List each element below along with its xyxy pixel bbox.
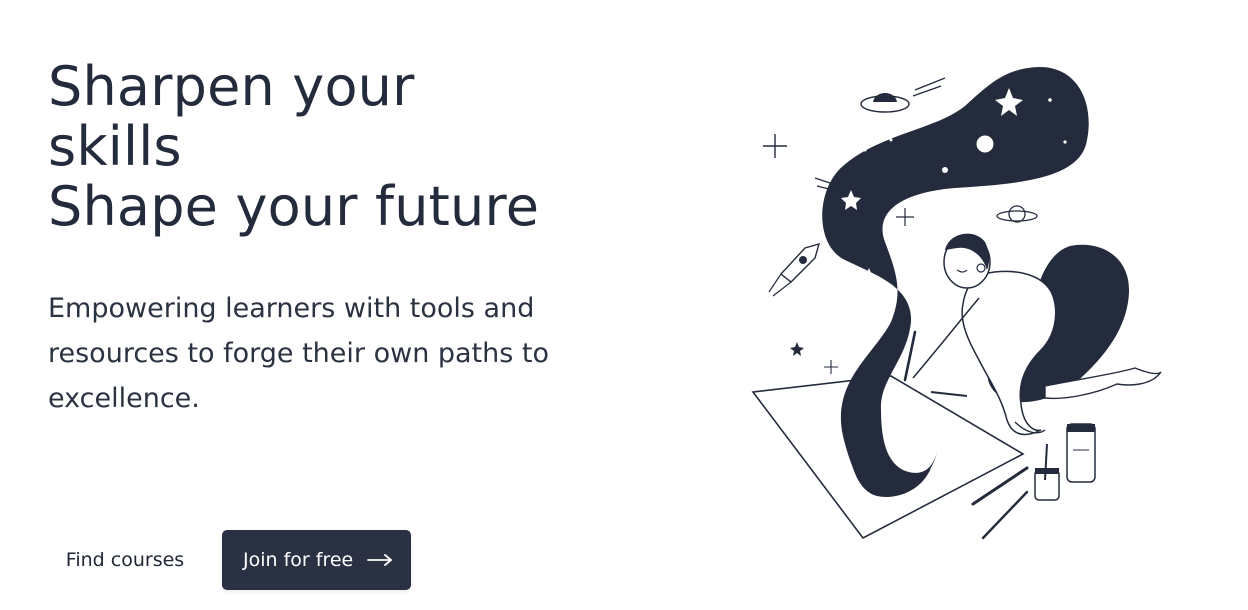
hero-subtitle-line: Empowering learners with tools and: [48, 293, 535, 324]
hero-subtitle-line: resources to forge their own paths to: [48, 338, 550, 369]
saturn: [1008, 205, 1026, 223]
join-label: Join for free: [243, 549, 354, 571]
arrow-right-icon: [367, 553, 393, 567]
find-courses-label: Find courses: [65, 549, 185, 571]
paint-tube: [1066, 423, 1096, 483]
pencil: [930, 391, 968, 397]
hero-subtitle: Empowering learners with tools and resou…: [48, 286, 558, 421]
paint-jar: [1034, 469, 1060, 501]
hero-title-line: Shape your future: [48, 175, 540, 238]
join-for-free-button[interactable]: Join for free: [222, 530, 411, 590]
painter-galaxy-illustration: [745, 60, 1175, 550]
hero-title-line: Sharpen your: [48, 55, 415, 118]
rocket: [779, 242, 821, 283]
hero-title-line: skills: [48, 115, 182, 178]
hero-title: Sharpen your skills Shape your future: [48, 57, 608, 237]
find-courses-button[interactable]: Find courses: [48, 530, 202, 590]
brush: [981, 490, 1029, 540]
hero-subtitle-line: excellence.: [48, 383, 200, 414]
